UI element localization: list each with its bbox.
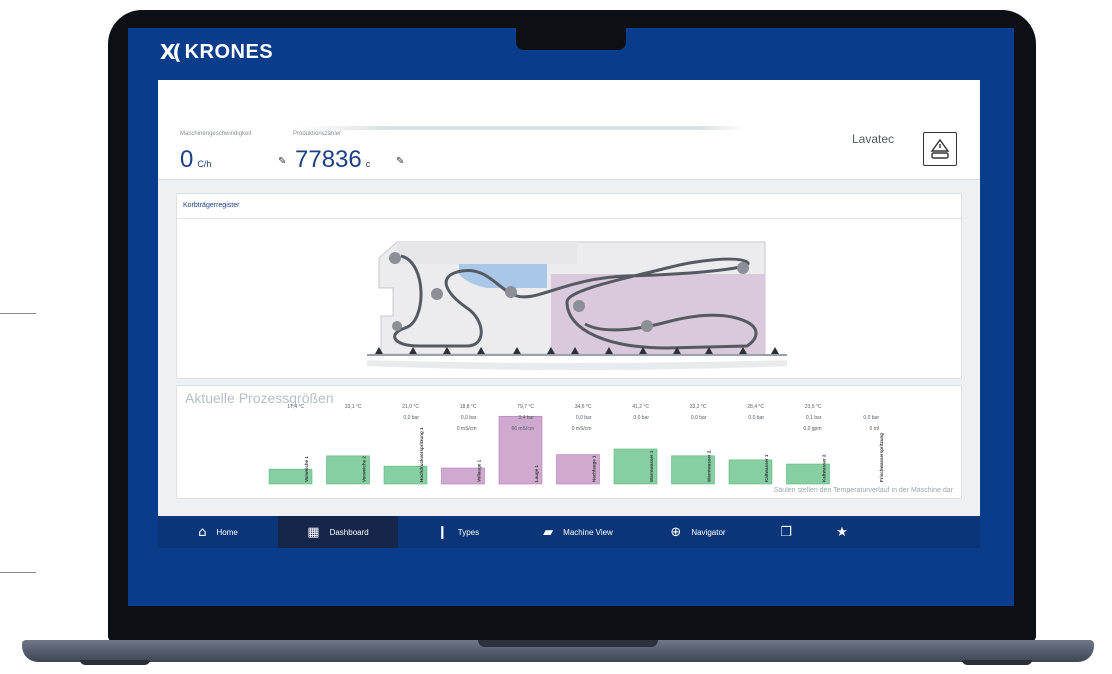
process-value-label: 0,1 bar (806, 415, 822, 421)
process-value-label: 0,0 bar (576, 415, 592, 421)
status-header: Maschinengeschwindigkeit Produktionszähl… (158, 80, 980, 180)
machine-layout-panel: Korbträgerregister (176, 193, 962, 379)
bar-category-label: Kaltwasser 2 (822, 454, 827, 482)
dashboard-icon: ▦ (307, 524, 320, 540)
process-value-label: 17,4 °C (287, 404, 304, 410)
nav-machine-view[interactable]: ▰ Machine View (518, 516, 638, 548)
brand-logo: X( KRONES (160, 40, 273, 64)
hmi-app: Maschinengeschwindigkeit Produktionszähl… (158, 80, 980, 516)
speed-unit: C/h (197, 159, 212, 169)
bar-category-label: Frischwasserspritzung (879, 433, 884, 482)
home-icon: ⌂ (198, 524, 207, 540)
counter-value: 77836 (295, 146, 362, 173)
process-value-label: 0 ml (870, 426, 879, 432)
process-value-label: 66 mS/cm (511, 426, 534, 432)
process-value-label: 28,4 °C (747, 404, 764, 410)
bar-category-label: Vollauge 1 (477, 459, 482, 482)
process-values-panel: Aktuelle Prozessgrößen 17,4 °C Vorweiche … (176, 385, 962, 499)
bar-category-label: Kaltwasser 1 (764, 454, 769, 482)
process-value-label: 41,2 °C (632, 404, 649, 410)
decorative-line (0, 572, 36, 573)
laptop-foot (962, 660, 1032, 665)
process-chart: 17,4 °C Vorweiche 1 33,1 °C Vorweiche 2 21,0… (268, 404, 884, 485)
panel-title[interactable]: Korbträgerregister (183, 202, 239, 209)
nav-home[interactable]: ⌂ Home (158, 516, 278, 548)
counter-readout: 77836 c (295, 146, 370, 174)
process-value-label: 18,8 °C (460, 404, 477, 410)
speed-readout: 0 C/h (180, 146, 211, 174)
star-icon: ★ (836, 524, 848, 540)
edit-speed-icon[interactable]: ✎ (278, 156, 286, 167)
speed-value: 0 (180, 146, 194, 173)
bar-category-label: Warmwasser 2 (707, 450, 712, 482)
counter-label: Produktionszähler (293, 131, 342, 137)
machine-view-icon: ▰ (543, 524, 554, 540)
navigator-icon: ⊕ (670, 524, 682, 540)
process-value-label: 0,0 bar (633, 415, 649, 421)
warning-machine-icon[interactable] (923, 132, 957, 166)
process-value-label: 33,1 °C (345, 404, 362, 410)
bar-category-label: Vorweiche 1 (304, 456, 309, 482)
process-value-label: 0 mS/cm (457, 426, 477, 432)
process-value-label: 0,0 bar (863, 415, 879, 421)
nav-dashboard[interactable]: ▦ Dashboard (278, 516, 398, 548)
process-value-label: 21,0 °C (402, 404, 419, 410)
nav-label: Navigator (691, 527, 726, 537)
chart-note: Säulen stellen den Temperaturverlauf in … (773, 487, 953, 494)
machine-layout-diagram (367, 241, 787, 370)
decorative-line (0, 313, 36, 314)
process-value-label: 0,0 bar (403, 415, 419, 421)
process-value-label: 0,0 bar (748, 415, 764, 421)
bar-category-label: Warmwasser 1 (649, 450, 654, 482)
bottles-icon: ❙ (436, 524, 448, 540)
counter-unit: c (365, 159, 371, 169)
brand-name: KRONES (184, 40, 274, 63)
header-divider (298, 126, 746, 130)
process-value-label: 0,0 bar (691, 415, 707, 421)
documents-button[interactable]: ❐ (758, 516, 814, 548)
nav-label: Dashboard (329, 527, 369, 537)
process-value-label: 33,2 °C (690, 404, 707, 410)
nav-navigator[interactable]: ⊕ Navigator (638, 516, 758, 548)
bar-category-label: Vorweiche 2 (362, 456, 367, 482)
process-value-label: 0,0 gpm (803, 426, 821, 432)
process-value-label: 34,6 °C (575, 404, 592, 410)
divider (177, 218, 961, 219)
bar-category-label: Nachlauge 1 (592, 455, 597, 482)
bar-category-label: Lauge 1 (534, 464, 539, 482)
process-value-label: 23,5 °C (805, 404, 822, 410)
product-photo: X( KRONES Maschinengeschwindigkeit Produ… (0, 0, 1112, 674)
edit-counter-icon[interactable]: ✎ (396, 156, 404, 167)
process-value-label: 0,0 bar (461, 415, 477, 421)
star-button[interactable]: ★ (814, 516, 870, 548)
nav-label: Home (216, 527, 238, 537)
laptop-foot (80, 660, 150, 665)
process-value-label: 0 mS/cm (572, 426, 592, 432)
bar-category-label: Hochdruckvorspritzung 1 (419, 427, 424, 482)
documents-icon: ❐ (780, 524, 792, 540)
process-value-label: 3,4 bar (518, 415, 534, 421)
camera-notch (516, 28, 626, 50)
nav-label: Types (457, 527, 480, 537)
nav-label: Machine View (563, 527, 613, 537)
bottom-navigation: ⌂ Home ▦ Dashboard ❙ Types ▰ Machine View ⊕ Navig… (158, 516, 980, 548)
process-value-label: 79,7 °C (517, 404, 534, 410)
speed-label: Maschinengeschwindigkeit (180, 131, 252, 137)
machine-name: Lavatec (852, 132, 895, 146)
nav-types[interactable]: ❙ Types (398, 516, 518, 548)
laptop-groove (478, 640, 658, 647)
krones-logo-icon: X( (160, 40, 181, 64)
